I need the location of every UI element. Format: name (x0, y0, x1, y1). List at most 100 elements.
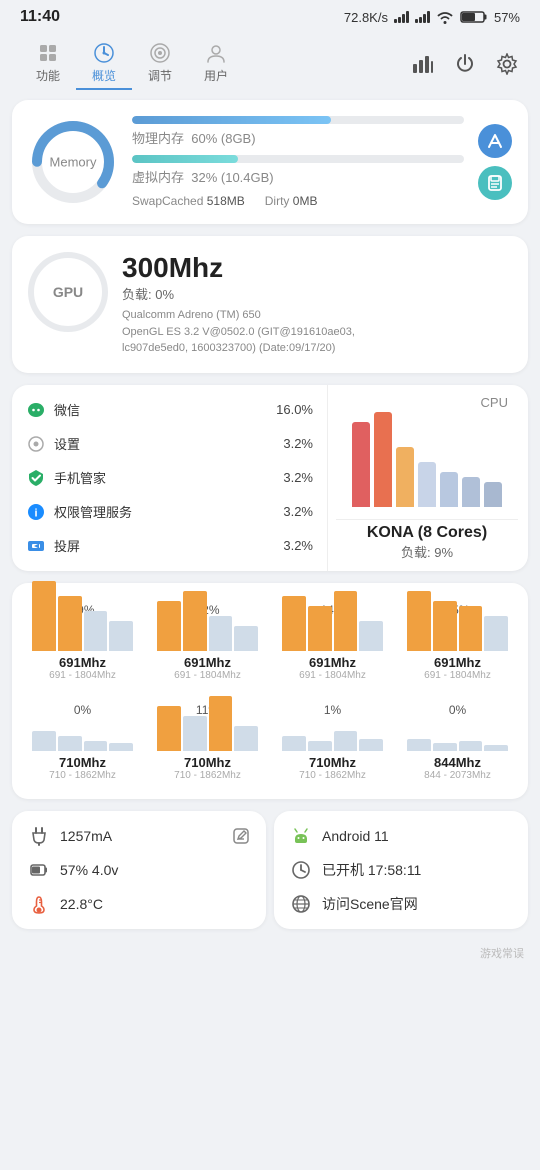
android-item: Android 11 (290, 825, 512, 847)
mem-save-btn[interactable] (478, 166, 512, 200)
cast-pct: 3.2% (271, 538, 313, 553)
tab-yonghu-label: 用户 (204, 67, 228, 84)
gpu-desc: Qualcomm Adreno (TM) 650OpenGL ES 3.2 V@… (122, 307, 512, 357)
mem-action-btns (478, 124, 512, 200)
core-item-7: 1%710Mhz710 - 1862Mhz (274, 695, 391, 787)
clock-icon (290, 859, 312, 881)
core-bars-3 (282, 619, 383, 651)
core-item-6: 11%710Mhz710 - 1862Mhz (149, 695, 266, 787)
virt-value: 32% (10.4GB) (191, 170, 273, 185)
permission-pct: 3.2% (271, 504, 313, 519)
bottom-row: 1257mA 57% 4.0v (12, 811, 528, 929)
gpu-card: GPU 300Mhz 负载: 0% Qualcomm Adreno (TM) 6… (12, 236, 528, 373)
cpu-bar-7 (484, 482, 502, 507)
phys-label: 物理内存 (132, 131, 184, 146)
globe-icon (290, 893, 312, 915)
cpu-chart-area: CPU KONA (8 Cores) 负载: 9% (328, 385, 528, 571)
cpu-bar-5 (440, 472, 458, 507)
battery-icon (460, 10, 488, 24)
chart-icon[interactable] (410, 51, 436, 77)
phys-mem-text: 物理内存 60% (8GB) (132, 128, 464, 147)
gpu-freq: 300Mhz (122, 252, 512, 284)
battery-text: 57% 4.0v (60, 862, 118, 878)
swapcached-key: SwapCached (132, 194, 203, 208)
cpu-load: 负载: 9% (367, 542, 487, 561)
tab-gaiulan[interactable]: 概览 (76, 38, 132, 90)
permission-name: 权限管理服务 (54, 502, 263, 521)
core-item-4: 15%691Mhz691 - 1804Mhz (399, 595, 516, 687)
tab-tiaojie[interactable]: 调节 (132, 38, 188, 90)
mem-clean-btn[interactable] (478, 124, 512, 158)
power-plug-icon (28, 825, 50, 847)
virt-mem-text: 虚拟内存 32% (10.4GB) (132, 167, 464, 186)
gpu-info: 300Mhz 负载: 0% Qualcomm Adreno (TM) 650Op… (122, 252, 512, 357)
cpu-name: KONA (8 Cores) (367, 524, 487, 542)
battery-pct: 57% (494, 10, 520, 25)
core-bars-8 (407, 719, 508, 751)
core-item-8: 0%844Mhz844 - 2073Mhz (399, 695, 516, 787)
battery-status-icon (28, 859, 50, 881)
android-text: Android 11 (322, 828, 389, 844)
dirty-key: Dirty (265, 194, 290, 208)
cpu-bars (352, 407, 502, 507)
gpu-label: GPU (53, 284, 83, 300)
cpu-bar-6 (462, 477, 480, 507)
manager-icon (26, 468, 46, 488)
nav-tabs: 功能 概览 调节 用户 (20, 38, 244, 90)
cpu-app-cast: 投屏 3.2% (12, 529, 327, 563)
wifi-icon (436, 10, 454, 24)
battery-item: 57% 4.0v (28, 859, 250, 881)
tab-tiaojie-label: 调节 (148, 67, 172, 84)
svg-text:i: i (34, 507, 37, 519)
cpu-app-list: 微信 16.0% 设置 3.2% 手机管家 3.2% (12, 385, 328, 571)
permission-icon: i (26, 502, 46, 522)
cpu-bar-3 (396, 447, 414, 507)
virt-label: 虚拟内存 (132, 170, 184, 185)
dirty-val: 0MB (293, 194, 318, 208)
core-item-5: 0%710Mhz710 - 1862Mhz (24, 695, 141, 787)
power-icon[interactable] (452, 51, 478, 77)
settings-name: 设置 (54, 434, 263, 453)
settings-app-icon (26, 434, 46, 454)
cpu-bar-1 (352, 422, 370, 507)
website-text: 访问Scene官网 (322, 894, 418, 914)
core-bars-2 (157, 619, 258, 651)
tab-yonghu[interactable]: 用户 (188, 38, 244, 90)
core-bars-1 (32, 619, 133, 651)
virt-mem-bar (132, 155, 238, 163)
core-grid-card: 19%691Mhz691 - 1804Mhz12%691Mhz691 - 180… (12, 583, 528, 799)
watermark: 游戏常误 (0, 941, 540, 969)
website-item[interactable]: 访问Scene官网 (290, 893, 512, 915)
core-bars-5 (32, 719, 133, 751)
nav-actions (410, 51, 520, 77)
cpu-app-card: 微信 16.0% 设置 3.2% 手机管家 3.2% (12, 385, 528, 571)
wechat-pct: 16.0% (271, 402, 313, 417)
gpu-circle: GPU (28, 252, 108, 332)
wechat-icon (26, 400, 46, 420)
cast-icon (26, 536, 46, 556)
uptime-text: 已开机 17:58:11 (322, 860, 421, 880)
memory-donut: Memory (28, 117, 118, 207)
cpu-app-settings: 设置 3.2% (12, 427, 327, 461)
tab-gongnen[interactable]: 功能 (20, 38, 76, 90)
core-bars-6 (157, 719, 258, 751)
status-time: 11:40 (20, 8, 60, 26)
status-right: 72.8K/s 57% (344, 10, 520, 25)
cast-name: 投屏 (54, 536, 263, 555)
swapcached-val: 518MB (207, 194, 245, 208)
settings-pct: 3.2% (271, 436, 313, 451)
memory-card: Memory 物理内存 60% (8GB) 虚拟内存 32% (10.4GB) … (12, 100, 528, 224)
memory-info: 物理内存 60% (8GB) 虚拟内存 32% (10.4GB) SwapCac… (132, 116, 464, 208)
power-item: 1257mA (28, 825, 250, 847)
cpu-chart-label: CPU (481, 395, 508, 410)
cpu-bar-2 (374, 412, 392, 507)
tab-gaiulan-label: 概览 (92, 67, 116, 84)
cpu-app-manager: 手机管家 3.2% (12, 461, 327, 495)
status-bar: 11:40 72.8K/s 57% (0, 0, 540, 32)
network-speed: 72.8K/s (344, 10, 388, 25)
temp-text: 22.8°C (60, 896, 103, 912)
settings-icon[interactable] (494, 51, 520, 77)
edit-icon[interactable] (232, 827, 250, 845)
mem-footer: SwapCached 518MB Dirty 0MB (132, 194, 464, 208)
core-grid: 19%691Mhz691 - 1804Mhz12%691Mhz691 - 180… (12, 583, 528, 799)
